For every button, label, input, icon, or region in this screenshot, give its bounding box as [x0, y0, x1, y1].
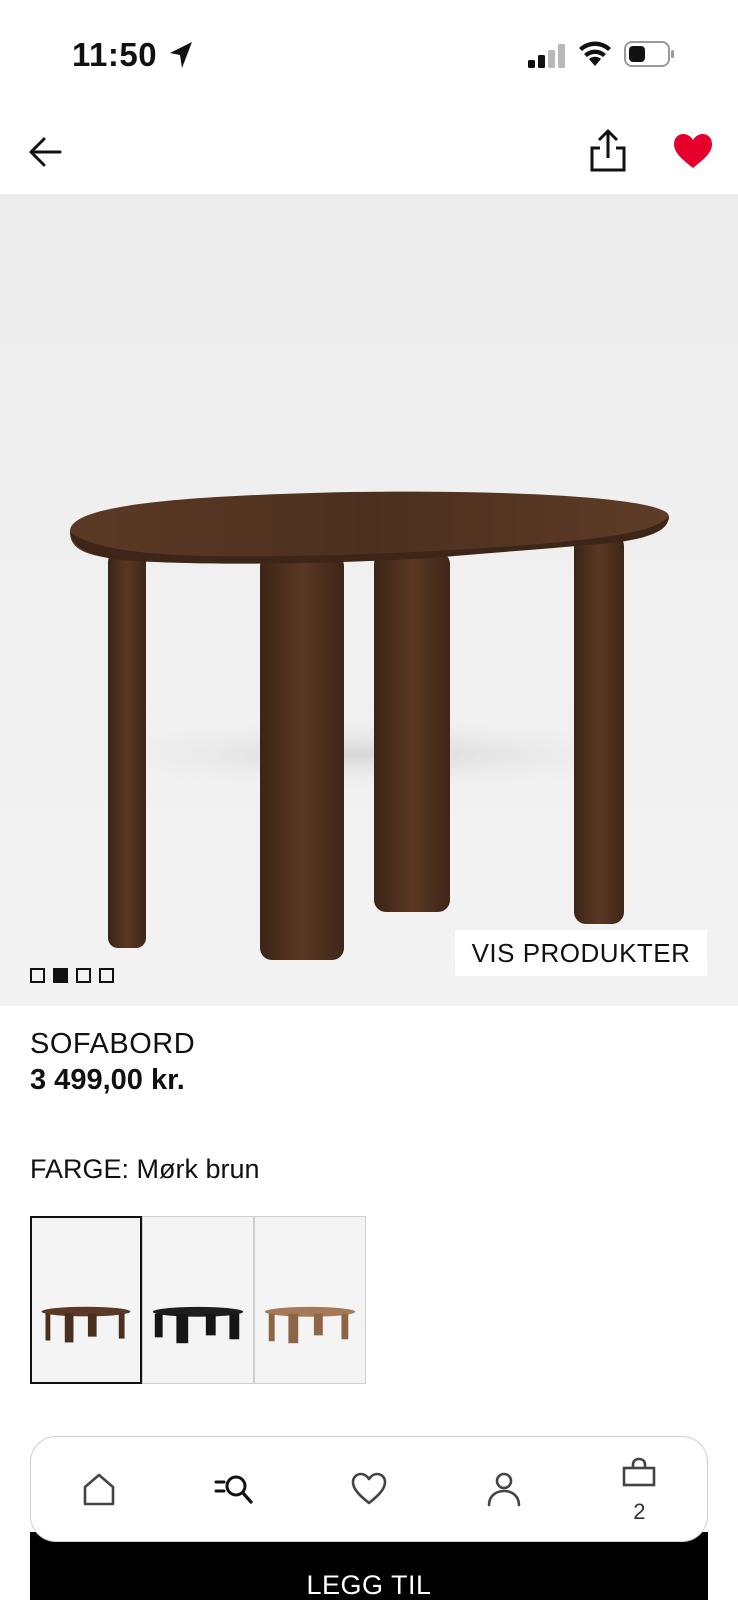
home-icon: [83, 1473, 114, 1506]
account-icon: [487, 1472, 521, 1507]
bottom-tab-bar: 2: [30, 1436, 708, 1542]
swatch-black[interactable]: [142, 1216, 254, 1384]
tab-search[interactable]: [204, 1459, 264, 1519]
view-products-button[interactable]: VIS PRODUKTER: [455, 930, 707, 976]
wifi-icon: [579, 41, 611, 66]
swatch-table-image: [41, 1306, 131, 1343]
back-arrow-icon[interactable]: [24, 130, 68, 174]
heart-filled-icon[interactable]: [672, 132, 714, 170]
product-image[interactable]: VIS PRODUKTER: [0, 194, 738, 1006]
coffee-table-photo: [40, 491, 700, 960]
product-price: 3 499,00 kr.: [30, 1064, 185, 1096]
tab-home[interactable]: [69, 1459, 129, 1519]
battery-icon: [624, 41, 674, 67]
share-icon[interactable]: [588, 128, 628, 174]
swatch-light-brown[interactable]: [254, 1216, 366, 1384]
nav-header: [0, 110, 738, 194]
color-swatches: [30, 1216, 366, 1384]
heart-outline-icon: [351, 1472, 387, 1505]
location-arrow-icon: [170, 42, 192, 68]
cart-count-badge: 2: [633, 1499, 646, 1524]
carousel-dots[interactable]: [30, 968, 114, 983]
add-to-cart-button[interactable]: LEGG TIL: [30, 1532, 708, 1600]
carousel-dot[interactable]: [30, 968, 45, 983]
swatch-table-image: [264, 1306, 356, 1344]
status-bar: 11:50: [0, 0, 738, 110]
cellular-signal-icon: [528, 44, 565, 68]
tab-favorites[interactable]: [339, 1459, 399, 1519]
bag-icon: [623, 1457, 656, 1487]
status-time: 11:50: [72, 36, 158, 73]
carousel-dot[interactable]: [76, 968, 91, 983]
swatch-dark-brown[interactable]: [30, 1216, 142, 1384]
tab-cart[interactable]: 2: [609, 1457, 669, 1524]
swatch-table-image: [152, 1306, 244, 1344]
color-label-prefix: FARGE:: [30, 1154, 130, 1184]
product-name: SOFABORD: [30, 1028, 196, 1060]
color-value: Mørk brun: [136, 1154, 260, 1184]
color-label: FARGE: Mørk brun: [30, 1154, 260, 1185]
carousel-dot[interactable]: [99, 968, 114, 983]
carousel-dot-active[interactable]: [53, 968, 68, 983]
search-menu-icon: [214, 1475, 253, 1504]
tab-account[interactable]: [474, 1459, 534, 1519]
